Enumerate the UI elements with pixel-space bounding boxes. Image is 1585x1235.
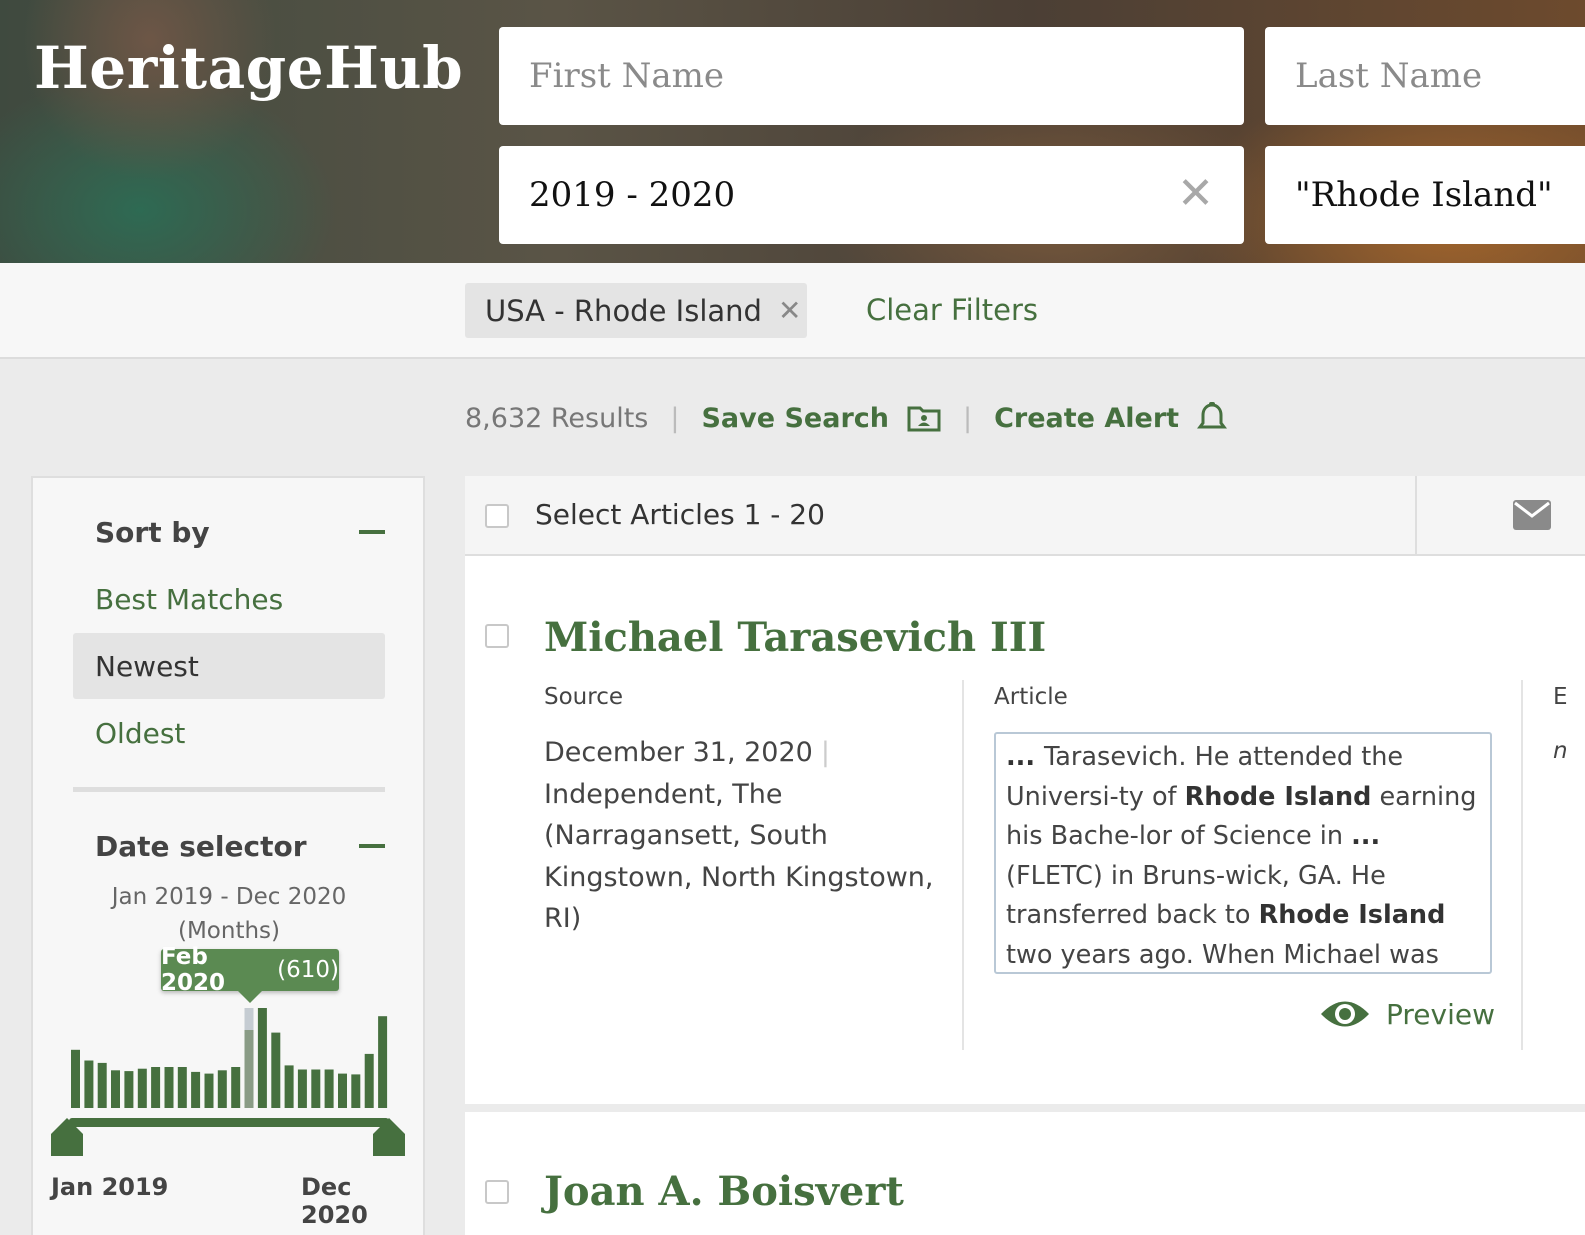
histogram-bar[interactable] — [124, 1071, 134, 1108]
last-name-field[interactable] — [1265, 27, 1585, 125]
date-unit-text: (Months) — [177, 918, 281, 944]
histogram-bar[interactable] — [351, 1074, 361, 1108]
histogram-bar[interactable] — [151, 1067, 161, 1108]
result-checkbox[interactable] — [485, 1180, 509, 1204]
first-name-field[interactable] — [499, 27, 1244, 125]
mail-icon[interactable] — [1513, 500, 1551, 530]
histogram-bar[interactable] — [311, 1069, 321, 1109]
results-list-header: Select Articles 1 - 20 — [465, 476, 1585, 556]
article-snippet: ... Tarasevich. He attended the Universi… — [994, 732, 1492, 974]
result-title[interactable]: Michael Tarasevich III — [544, 614, 1046, 661]
date-range-input[interactable] — [529, 175, 1244, 215]
column-divider — [962, 680, 964, 1050]
date-histogram[interactable] — [51, 1008, 405, 1156]
remove-filter-icon[interactable]: ✕ — [778, 294, 801, 327]
histogram-bar[interactable] — [191, 1071, 201, 1108]
axis-end-label: Dec 2020 — [301, 1173, 368, 1229]
sidebar-divider — [73, 787, 385, 792]
create-alert-button[interactable]: Create Alert — [994, 402, 1228, 434]
histogram-bar[interactable] — [111, 1070, 120, 1108]
collapse-date-icon[interactable] — [359, 844, 385, 848]
results-toolbar: 8,632 Results | Save Search | Create Ale… — [465, 398, 1228, 438]
bell-icon — [1197, 402, 1228, 429]
range-track[interactable] — [69, 1118, 389, 1127]
source-publication: Independent, The (Narragansett, South Ki… — [544, 778, 934, 935]
tooltip-arrow — [237, 990, 263, 1003]
histogram-bar[interactable] — [364, 1053, 374, 1108]
snippet-highlight: ... — [1006, 742, 1044, 772]
histogram-bar[interactable] — [338, 1073, 347, 1108]
tooltip-month: Feb 2020 — [161, 944, 226, 996]
date-range-field[interactable]: ✕ — [499, 146, 1244, 244]
histogram-bar[interactable] — [217, 1070, 227, 1108]
histogram-bar[interactable] — [71, 1049, 80, 1108]
histogram-bar[interactable] — [378, 1016, 388, 1108]
axis-start-label: Jan 2019 — [51, 1173, 169, 1201]
clear-date-icon[interactable]: ✕ — [1177, 172, 1214, 216]
date-selector-heading: Date selector — [95, 830, 307, 863]
source-label: Source — [544, 684, 623, 710]
sort-option-oldest[interactable]: Oldest — [73, 700, 385, 766]
histogram-bar[interactable] — [284, 1065, 294, 1108]
result-card: Joan A. Boisvert — [465, 1112, 1585, 1235]
last-name-input[interactable] — [1295, 56, 1585, 96]
filter-chip-label: USA - Rhode Island — [485, 293, 762, 328]
event-label-truncated: E — [1553, 684, 1568, 710]
histogram-bar[interactable] — [177, 1067, 187, 1108]
collapse-sort-icon[interactable] — [359, 530, 385, 534]
preview-label: Preview — [1386, 997, 1495, 1031]
clear-filters-link[interactable]: Clear Filters — [866, 293, 1038, 327]
histogram-bar[interactable] — [164, 1067, 174, 1108]
save-search-label: Save Search — [701, 402, 889, 434]
source-date: December 31, 2020 — [544, 737, 813, 768]
source-details: December 31, 2020 | Independent, The (Nar… — [544, 732, 944, 940]
save-search-button[interactable]: Save Search — [701, 403, 941, 434]
place-input[interactable] — [1295, 175, 1585, 215]
tooltip-count: (610) — [277, 957, 339, 983]
histogram-bar[interactable] — [324, 1069, 334, 1109]
preview-button[interactable]: Preview — [1320, 997, 1495, 1031]
histogram-bar[interactable] — [84, 1060, 94, 1109]
eye-icon — [1321, 1001, 1369, 1027]
select-articles-label: Select Articles 1 - 20 — [535, 498, 825, 531]
source-separator: | — [820, 737, 830, 768]
create-alert-label: Create Alert — [994, 402, 1180, 434]
filter-bar: USA - Rhode Island ✕ Clear Filters — [0, 263, 1585, 359]
folder-icon — [907, 406, 941, 432]
result-card: Michael Tarasevich III Source December 3… — [465, 556, 1585, 1104]
logo[interactable]: HeritageHub — [34, 34, 463, 102]
first-name-input[interactable] — [529, 56, 1244, 96]
event-value-truncated: n — [1553, 738, 1568, 764]
histogram-bar[interactable] — [257, 1008, 267, 1108]
toolbar-separator: | — [670, 402, 680, 434]
sort-heading: Sort by — [95, 516, 210, 549]
filter-chip[interactable]: USA - Rhode Island ✕ — [465, 283, 807, 338]
histogram-bar[interactable] — [204, 1073, 214, 1108]
date-range-text: Jan 2019 - Dec 2020 — [111, 884, 347, 910]
sidebar: Sort by Best Matches Newest Oldest Date … — [31, 476, 425, 1235]
result-checkbox[interactable] — [485, 624, 509, 648]
snippet-text: two years ago. When Michael was not work… — [1006, 939, 1439, 970]
toolbar-separator: | — [962, 402, 973, 434]
sort-option-newest[interactable]: Newest — [73, 633, 385, 699]
results-count: 8,632 Results — [465, 402, 649, 434]
result-title[interactable]: Joan A. Boisvert — [544, 1168, 904, 1215]
column-divider — [1521, 680, 1523, 1050]
select-all-checkbox[interactable] — [485, 504, 509, 528]
histogram-bar[interactable] — [271, 1032, 281, 1108]
article-label: Article — [994, 684, 1068, 710]
histogram-bar[interactable] — [137, 1068, 147, 1108]
sort-option-best-matches[interactable]: Best Matches — [73, 566, 385, 632]
snippet-highlight: Rhode Island — [1258, 900, 1446, 931]
snippet-highlight: ... — [1351, 821, 1381, 852]
histogram-bar[interactable] — [297, 1069, 307, 1109]
histogram-bar-highlight-cap — [244, 1008, 254, 1030]
header-divider — [1415, 476, 1417, 556]
snippet-highlight: Rhode Island — [1184, 781, 1372, 812]
histogram-bar[interactable] — [97, 1062, 107, 1108]
header-banner: HeritageHub ✕ — [0, 0, 1585, 263]
place-field[interactable] — [1265, 146, 1585, 244]
histogram-bar[interactable] — [231, 1067, 241, 1108]
histogram-tooltip: Feb 2020 (610) — [161, 944, 339, 996]
